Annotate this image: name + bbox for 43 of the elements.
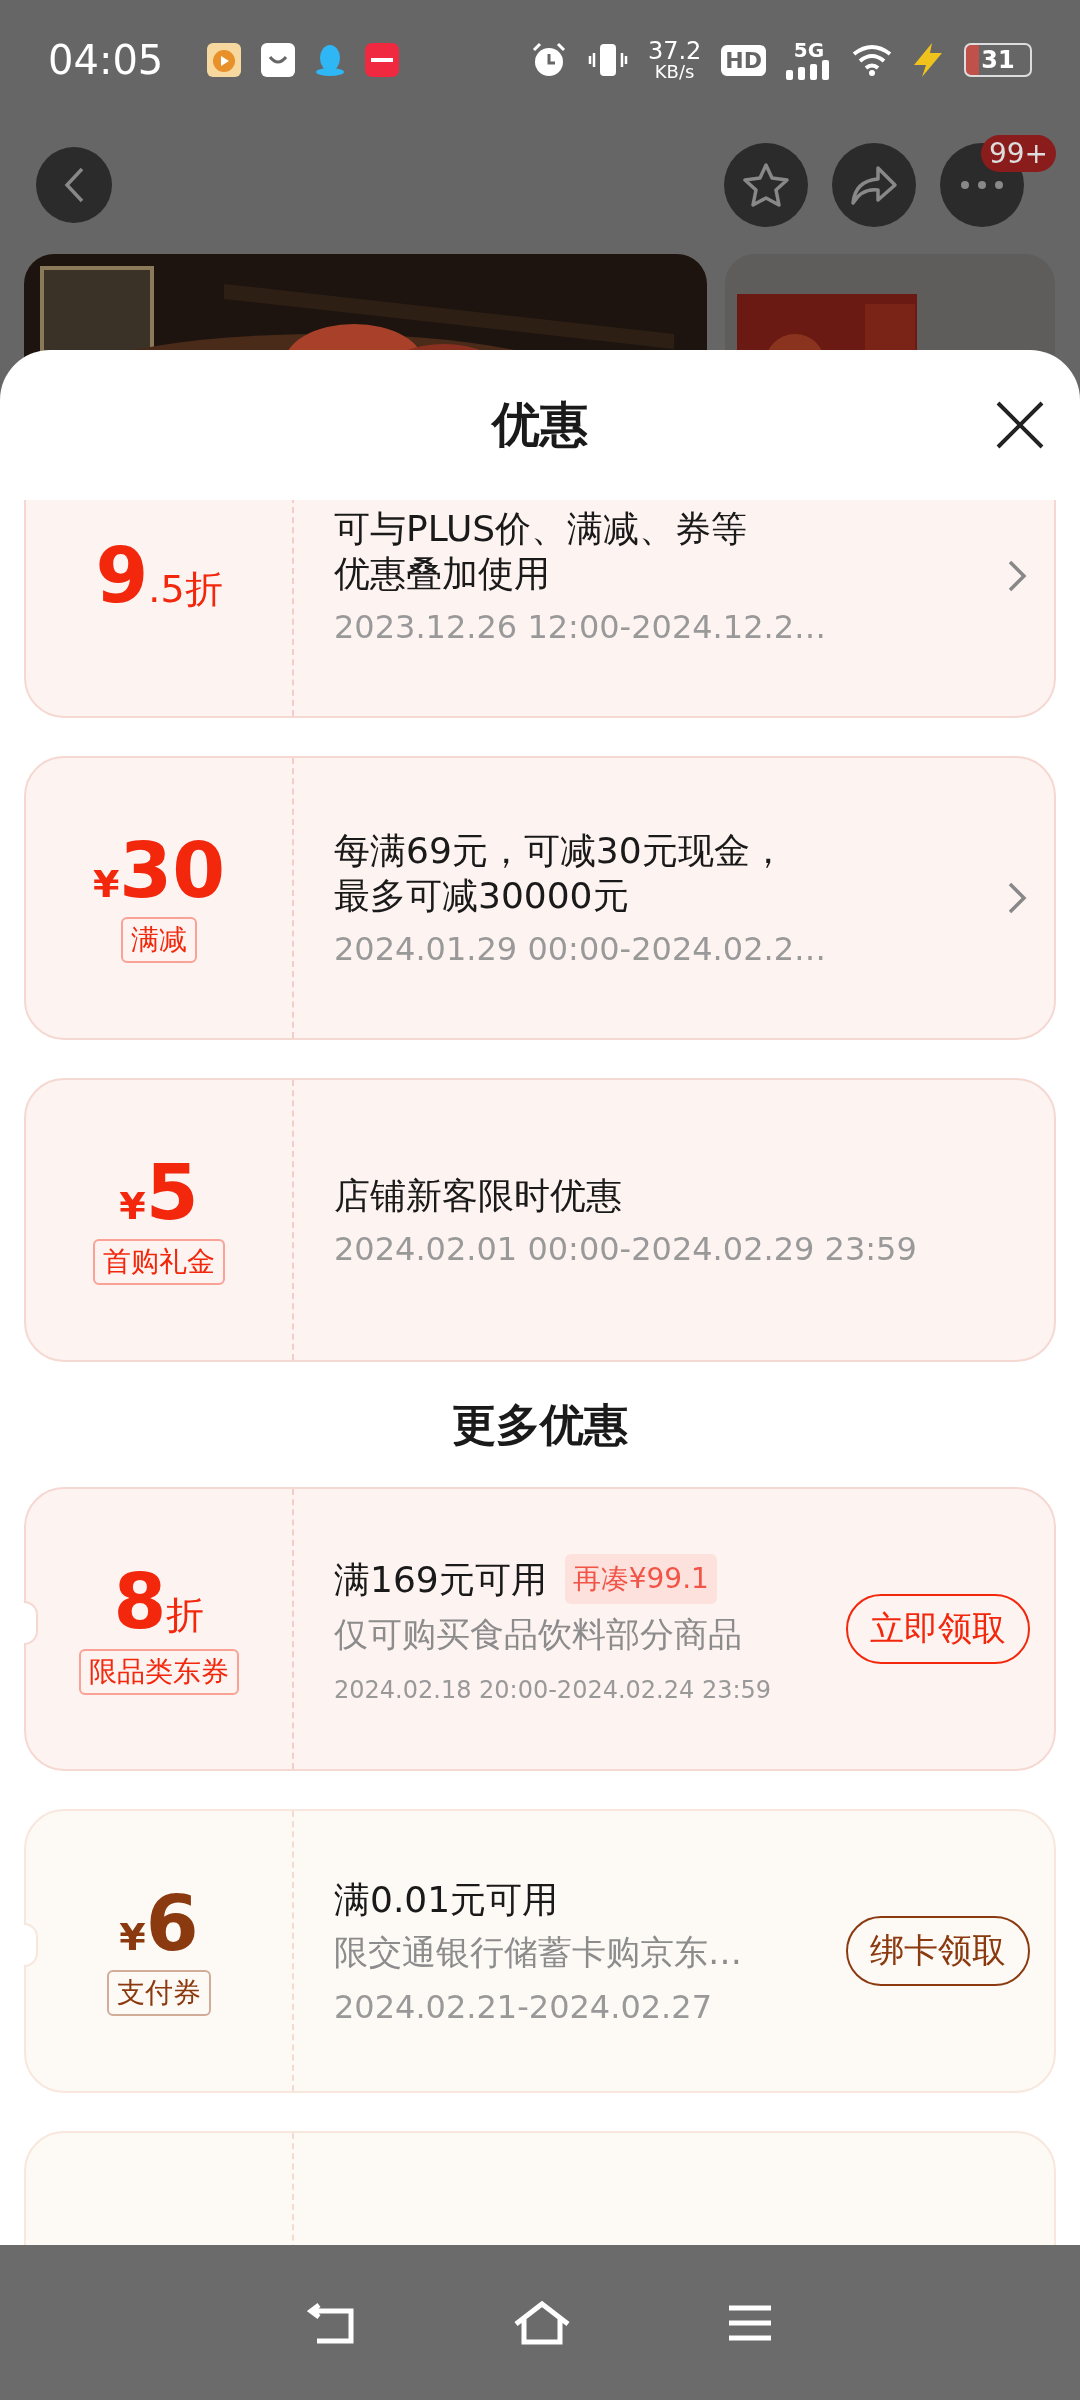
coupon-amount: 6 bbox=[145, 1886, 199, 1962]
coupon-card[interactable]: ¥30 满减 每满69元，可减30元现金， 最多可减30000元 2024.01.29 00:00-2024.02.2… bbox=[24, 756, 1056, 1040]
coupon-tag: 支付券 bbox=[107, 1970, 211, 2016]
coupon-amount: 30 bbox=[119, 833, 226, 909]
coupon-amount: 9 bbox=[95, 537, 149, 614]
coupon-date: 2024.02.01 00:00-2024.02.29 23:59 bbox=[334, 1229, 918, 1268]
clock-time: 04:05 bbox=[48, 37, 164, 83]
hd-indicator: HD bbox=[721, 44, 766, 76]
coupon-date: 2023.12.26 12:00-2024.12.2… bbox=[334, 608, 827, 646]
network-type: 5G bbox=[793, 40, 825, 60]
currency-sign: ¥ bbox=[119, 1184, 146, 1228]
coupon-card[interactable]: 8折 限品类东券 满169元可用 再凑¥99.1 仅可购买食品饮料部分商品 2024.02.18 20:00-2024.02.24 23:59 立即领取 bbox=[24, 1487, 1056, 1771]
coupon-description: 仅可购买食品饮料部分商品 bbox=[334, 1613, 743, 1656]
coupon-title: 满169元可用 bbox=[334, 1557, 547, 1602]
currency-sign: ¥ bbox=[92, 862, 120, 906]
sheet-title: 优惠 bbox=[492, 395, 588, 454]
coupon-title: 店铺新客限时优惠 bbox=[334, 1173, 622, 1218]
section-title: 更多优惠 bbox=[452, 1398, 628, 1452]
coupon-tag: 满减 bbox=[121, 917, 197, 963]
amount-unit: .5折 bbox=[148, 565, 223, 613]
coupon-title: 每满69元，可减30元现金， 最多可减30000元 bbox=[334, 829, 786, 918]
coupon-tag: 首购礼金 bbox=[93, 1239, 225, 1285]
network-speed: 37.2 bbox=[647, 39, 702, 63]
coupon-card[interactable]: ¥5 首购礼金 店铺新客限时优惠 2024.02.01 00:00-2024.02.29 23:59 bbox=[24, 1078, 1056, 1362]
claim-button[interactable]: 绑卡领取 bbox=[846, 1916, 1030, 1986]
currency-sign: ¥ bbox=[119, 1915, 146, 1959]
notification-badge: 99+ bbox=[980, 135, 1056, 172]
claim-button[interactable]: 立即领取 bbox=[846, 1594, 1030, 1664]
shortfall-chip: 再凑¥99.1 bbox=[564, 1554, 717, 1604]
coupon-date: 2024.01.29 00:00-2024.02.2… bbox=[334, 930, 827, 968]
coupon-date: 2024.02.21-2024.02.27 bbox=[334, 1987, 713, 2026]
amount-unit: 折 bbox=[166, 1592, 205, 1639]
coupon-amount: 8 bbox=[113, 1563, 167, 1640]
coupon-tag: 限品类东券 bbox=[79, 1648, 239, 1695]
coupon-card[interactable]: ¥6 支付券 满0.01元可用 限交通银行储蓄卡购京东… 2024.02.21-2024.02.27 绑卡领取 bbox=[24, 1809, 1056, 2093]
coupon-description: 限交通银行储蓄卡购京东… bbox=[334, 1930, 743, 1974]
coupon-title: 可与PLUS价、满减、券等 优惠叠加使用 bbox=[334, 507, 748, 596]
speed-unit: KB/s bbox=[654, 63, 695, 81]
coupon-title: 满0.01元可用 bbox=[334, 1877, 559, 1922]
battery-icon: 31 bbox=[964, 43, 1032, 77]
coupon-card[interactable]: 9.5折 可与PLUS价、满减、券等 优惠叠加使用 2023.12.26 12:00-2024.12.2… bbox=[24, 500, 1056, 718]
coupon-amount: 5 bbox=[145, 1155, 199, 1231]
coupon-date: 2024.02.18 20:00-2024.02.24 23:59 bbox=[334, 1676, 773, 1704]
